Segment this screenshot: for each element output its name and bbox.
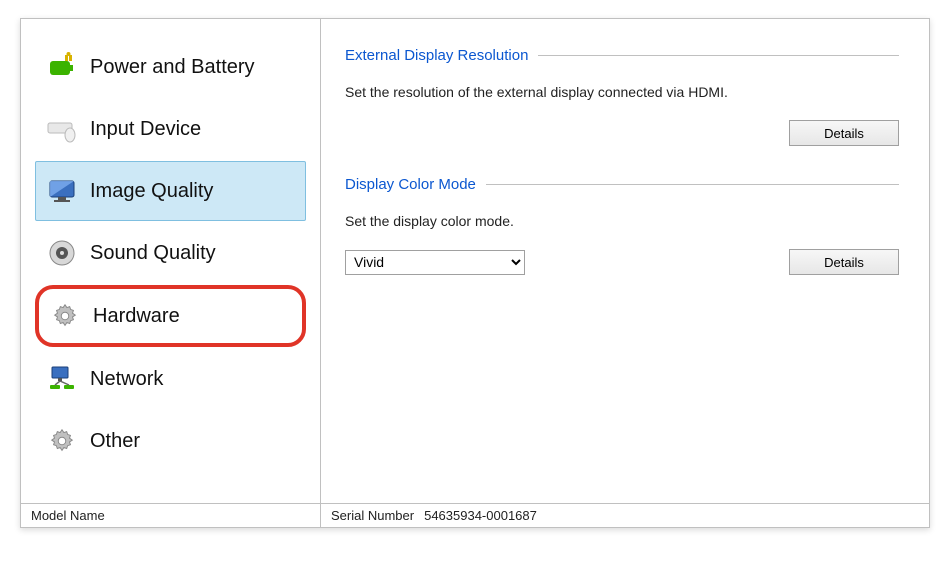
body: Power and Battery Input Device bbox=[21, 19, 929, 503]
sidebar-item-label: Network bbox=[90, 368, 163, 391]
content-panel: External Display Resolution Set the reso… bbox=[321, 19, 929, 503]
divider bbox=[538, 55, 899, 56]
speaker-icon bbox=[44, 235, 80, 271]
section-header: Display Color Mode bbox=[345, 176, 899, 193]
sidebar-item-label: Image Quality bbox=[90, 180, 213, 203]
section-display-color-mode: Display Color Mode Set the display color… bbox=[345, 176, 899, 275]
sidebar-item-image-quality[interactable]: Image Quality bbox=[35, 161, 306, 221]
model-name-label: Model Name bbox=[31, 508, 105, 523]
section-title: Display Color Mode bbox=[345, 176, 476, 193]
battery-icon bbox=[44, 49, 80, 85]
sidebar: Power and Battery Input Device bbox=[21, 19, 321, 503]
serial-number-label: Serial Number bbox=[331, 508, 414, 523]
sidebar-item-hardware[interactable]: Hardware bbox=[35, 285, 306, 347]
color-mode-select[interactable]: Vivid bbox=[345, 250, 525, 275]
settings-window: Power and Battery Input Device bbox=[20, 18, 930, 528]
gear-icon bbox=[44, 423, 80, 459]
details-button[interactable]: Details bbox=[789, 120, 899, 146]
keyboard-mouse-icon bbox=[44, 111, 80, 147]
section-controls: Details bbox=[345, 120, 899, 146]
sidebar-item-label: Input Device bbox=[90, 118, 201, 141]
sidebar-item-input-device[interactable]: Input Device bbox=[35, 99, 306, 159]
status-model: Model Name bbox=[21, 504, 321, 527]
network-icon bbox=[44, 361, 80, 397]
divider bbox=[486, 184, 899, 185]
status-serial: Serial Number 54635934-0001687 bbox=[321, 504, 547, 527]
gear-icon bbox=[47, 298, 83, 334]
section-header: External Display Resolution bbox=[345, 47, 899, 64]
status-bar: Model Name Serial Number 54635934-000168… bbox=[21, 503, 929, 527]
monitor-icon bbox=[44, 173, 80, 209]
sidebar-item-other[interactable]: Other bbox=[35, 411, 306, 471]
section-controls: Vivid Details bbox=[345, 249, 899, 275]
sidebar-item-sound-quality[interactable]: Sound Quality bbox=[35, 223, 306, 283]
section-external-display-resolution: External Display Resolution Set the reso… bbox=[345, 47, 899, 146]
sidebar-item-label: Other bbox=[90, 430, 140, 453]
details-button[interactable]: Details bbox=[789, 249, 899, 275]
sidebar-item-label: Power and Battery bbox=[90, 56, 255, 79]
sidebar-item-power-and-battery[interactable]: Power and Battery bbox=[35, 37, 306, 97]
sidebar-item-label: Sound Quality bbox=[90, 242, 216, 265]
sidebar-item-network[interactable]: Network bbox=[35, 349, 306, 409]
section-description: Set the resolution of the external displ… bbox=[345, 84, 899, 100]
section-description: Set the display color mode. bbox=[345, 213, 899, 229]
sidebar-item-label: Hardware bbox=[93, 305, 180, 328]
serial-number-value: 54635934-0001687 bbox=[424, 508, 537, 523]
section-title: External Display Resolution bbox=[345, 47, 528, 64]
